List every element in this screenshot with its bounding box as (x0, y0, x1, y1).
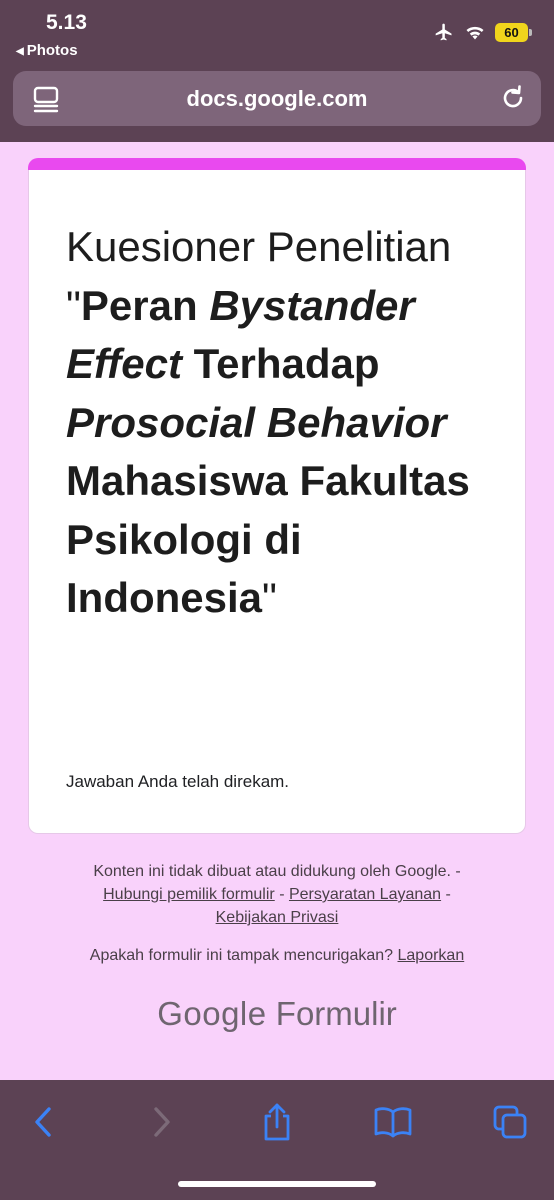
share-icon (264, 1103, 290, 1141)
form-card: Kuesioner Penelitian "Peran Bystander Ef… (28, 170, 526, 834)
wifi-icon (466, 26, 484, 40)
footer-separator: - (274, 886, 289, 903)
reload-icon[interactable] (499, 84, 527, 112)
airplane-icon (435, 23, 452, 41)
address-bar[interactable]: docs.google.com (13, 71, 541, 126)
form-title: Kuesioner Penelitian "Peran Bystander Ef… (66, 218, 506, 628)
brand-google: Google (157, 995, 267, 1032)
browser-top-chrome: 5.13 ◀ Photos 60 docs.google.com (0, 0, 554, 142)
title-bold-2: Terhadap (181, 340, 380, 387)
battery-indicator: 60 (495, 22, 532, 42)
forward-button[interactable] (140, 1100, 184, 1144)
terms-of-service-link[interactable]: Persyaratan Layanan (289, 886, 441, 903)
back-to-photos-link[interactable]: ◀ Photos (16, 42, 78, 59)
disclaimer-text: Konten ini tidak dibuat atau didukung ol… (93, 863, 461, 880)
tabs-icon (493, 1105, 527, 1139)
privacy-policy-link[interactable]: Kebijakan Privasi (216, 909, 339, 926)
contact-owner-link[interactable]: Hubungi pemilik formulir (103, 886, 275, 903)
chevron-right-icon (154, 1107, 170, 1137)
url-text[interactable]: docs.google.com (13, 86, 541, 112)
title-bold-1: Peran (80, 281, 210, 329)
home-indicator[interactable] (178, 1181, 376, 1187)
back-triangle-icon: ◀ (16, 46, 24, 57)
back-button[interactable] (21, 1100, 65, 1144)
tabs-button[interactable] (488, 1100, 532, 1144)
status-icons: 60 (433, 20, 532, 44)
status-time: 5.13 (46, 11, 87, 34)
bookmarks-button[interactable] (371, 1100, 415, 1144)
report-line: Apakah formulir ini tampak mencurigakan?… (40, 944, 514, 967)
footer-separator: - (441, 886, 451, 903)
chevron-left-icon (35, 1107, 51, 1137)
share-button[interactable] (255, 1100, 299, 1144)
title-italic-2: Prosocial Behavior (66, 398, 447, 446)
brand-forms: Formulir (275, 995, 397, 1032)
report-link[interactable]: Laporkan (398, 947, 465, 964)
footer-disclaimer: Konten ini tidak dibuat atau didukung ol… (40, 860, 514, 929)
title-suffix: " (262, 574, 277, 621)
google-forms-logo: Google Formulir (0, 995, 554, 1033)
book-icon (374, 1107, 412, 1138)
confirmation-message: Jawaban Anda telah direkam. (66, 772, 290, 791)
back-to-photos-label: Photos (26, 42, 78, 59)
report-question: Apakah formulir ini tampak mencurigakan? (89, 947, 394, 964)
